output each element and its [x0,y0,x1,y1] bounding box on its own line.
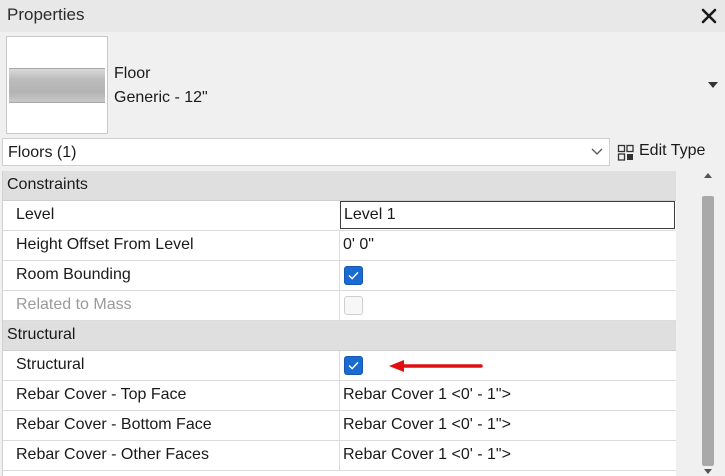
property-name: Height Offset From Level [16,236,194,253]
level-value-field[interactable]: Level 1 [340,201,675,229]
annotation-arrow-icon [389,360,483,372]
property-value[interactable]: Rebar Cover 1 <0' - 1"> [343,386,511,404]
column-divider [339,231,340,261]
scrollbar-track [676,171,696,476]
properties-grid: Constraints Level Level 1 Height Offset … [2,171,677,476]
column-divider [339,381,340,411]
group-header-constraints[interactable]: Constraints [3,171,677,201]
check-icon [348,271,359,280]
close-icon[interactable] [699,6,719,26]
group-header-structural[interactable]: Structural [3,321,677,351]
property-name: Rebar Cover - Top Face [16,386,187,403]
chevron-down-icon [591,148,603,155]
column-divider [339,291,340,321]
property-row-level[interactable]: Level Level 1 [3,201,677,231]
type-name: Generic - 12" [114,89,208,106]
type-family-name: Floor [114,65,151,82]
property-row-room-bounding[interactable]: Room Bounding [3,261,677,291]
property-name: Rebar Cover - Other Faces [16,446,209,463]
structural-checkbox[interactable] [344,356,363,375]
chevron-down-icon[interactable] [707,79,719,91]
properties-titlebar: Properties [0,0,725,32]
property-name: Level [16,206,55,223]
property-row-structural[interactable]: Structural [3,351,677,381]
related-to-mass-checkbox [344,296,363,315]
property-name: Rebar Cover - Bottom Face [16,416,212,433]
property-value[interactable]: Rebar Cover 1 <0' - 1"> [343,416,511,434]
edit-type-icon [617,144,634,161]
group-name: Structural [7,326,76,343]
property-row-related-to-mass: Related to Mass [3,291,677,321]
instance-filter-dropdown[interactable]: Floors (1) [2,138,610,166]
scrollbar-thumb[interactable] [702,196,714,466]
scroll-down-icon[interactable] [703,466,713,476]
column-divider [339,351,340,381]
property-row-rebar-bottom[interactable]: Rebar Cover - Bottom Face Rebar Cover 1 … [3,411,677,441]
property-value[interactable]: 0' 0" [343,236,374,254]
column-divider [339,411,340,441]
property-row-rebar-top[interactable]: Rebar Cover - Top Face Rebar Cover 1 <0'… [3,381,677,411]
group-name: Constraints [7,176,88,193]
property-name: Structural [16,356,85,373]
type-selector[interactable]: Floor Generic - 12" [0,32,725,136]
column-divider [339,261,340,291]
floor-type-thumbnail [6,36,108,134]
property-name: Related to Mass [16,296,132,313]
property-name: Room Bounding [16,266,131,283]
check-icon [348,361,359,370]
column-divider [339,441,340,471]
room-bounding-checkbox[interactable] [344,266,363,285]
property-row-rebar-other[interactable]: Rebar Cover - Other Faces Rebar Cover 1 … [3,441,677,471]
property-value[interactable]: Rebar Cover 1 <0' - 1"> [343,446,511,464]
scroll-up-icon[interactable] [703,171,713,181]
panel-title: Properties [7,5,85,24]
edit-type-label: Edit Type [639,142,706,159]
instance-filter-value: Floors (1) [8,144,77,161]
property-row-height-offset[interactable]: Height Offset From Level 0' 0" [3,231,677,261]
floor-slab-preview [9,68,105,103]
property-value: Level 1 [344,206,396,223]
